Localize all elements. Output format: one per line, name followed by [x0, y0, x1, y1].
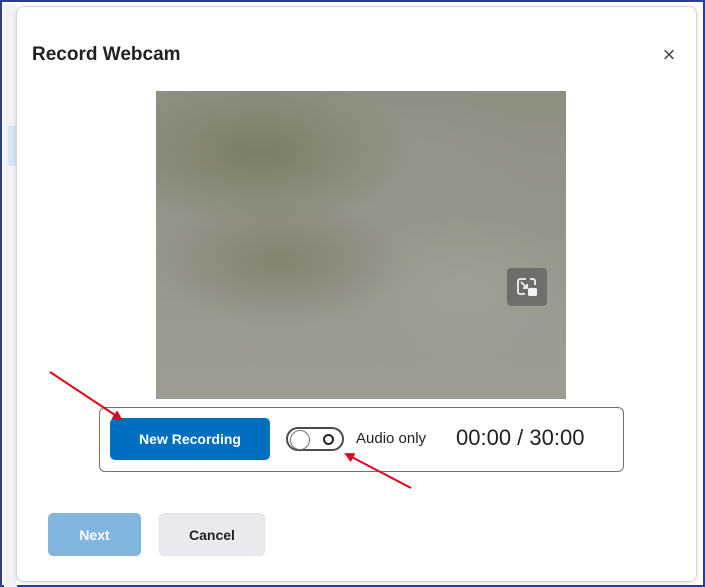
close-button[interactable]: × — [655, 41, 683, 69]
recording-timer: 00:00 / 30:00 — [456, 425, 585, 450]
next-button[interactable]: Next — [48, 513, 141, 556]
toggle-knob — [290, 430, 310, 450]
audio-only-label[interactable]: Audio only — [356, 430, 426, 447]
webcam-preview — [156, 91, 566, 399]
picture-in-picture-icon — [517, 278, 537, 296]
cancel-button[interactable]: Cancel — [159, 513, 265, 556]
new-recording-button[interactable]: New Recording — [110, 418, 270, 460]
dialog-title: Record Webcam — [32, 44, 181, 65]
toggle-off-icon — [323, 434, 334, 445]
audio-only-toggle[interactable] — [286, 427, 344, 451]
picture-in-picture-button[interactable] — [507, 268, 547, 306]
recording-controls: New Recording Audio only 00:00 / 30:00 — [99, 407, 624, 472]
